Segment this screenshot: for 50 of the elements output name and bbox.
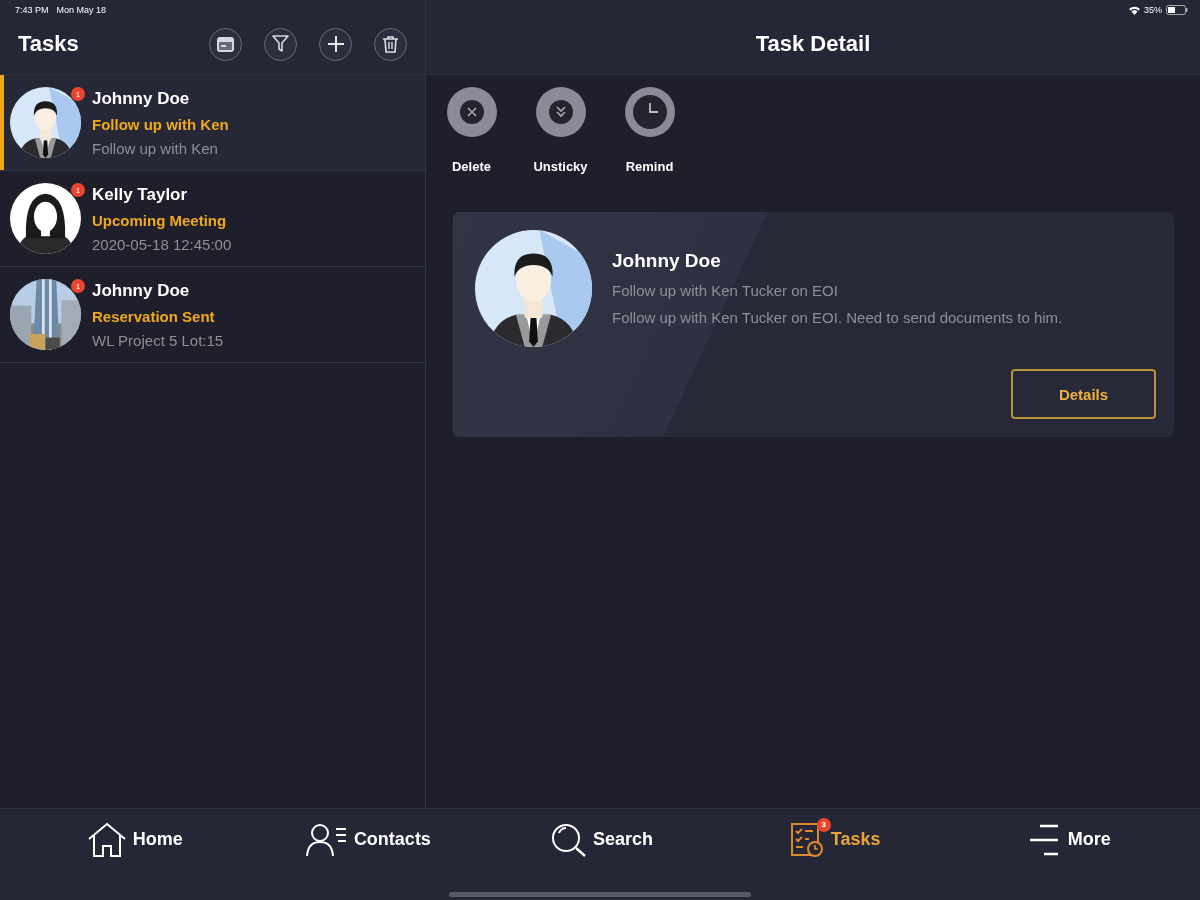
notification-badge: 1 (71, 87, 85, 101)
task-note: WL Project 5 Lot:15 (92, 331, 224, 349)
plus-icon (326, 35, 345, 53)
tab-bar-item[interactable]: Home (18, 809, 252, 871)
tab-bar-item[interactable]: Search (485, 809, 719, 871)
filter-icon (272, 35, 289, 53)
task-list-item[interactable]: 1 Johnny Doe Reservation Sent WL Project 5 Lot:15 (0, 267, 425, 363)
action-button[interactable]: Remind (610, 87, 689, 174)
contact-name: Kelly Taylor (92, 184, 189, 205)
notification-badge: 1 (71, 183, 85, 197)
trash-icon (383, 35, 398, 53)
status-date: Mon May 18 (56, 5, 107, 15)
task-subject: Follow up with Ken (92, 115, 229, 133)
calendar-button[interactable] (209, 27, 242, 61)
contact-name: Johnny Doe (92, 280, 191, 301)
action-button[interactable]: Unsticky (521, 87, 600, 174)
task-subject: Follow up with Ken Tucker on EOI (612, 282, 839, 299)
task-note: 2020-05-18 12:45:00 (92, 235, 232, 253)
list-title: Tasks (18, 31, 80, 57)
task-list-item[interactable]: 1 Kelly Taylor Upcoming Meeting 2020-05-18 12:45:00 (0, 171, 425, 267)
task-subject: Reservation Sent (92, 307, 216, 325)
filter-button[interactable] (264, 27, 297, 61)
search-icon (550, 822, 587, 857)
home-icon (86, 821, 127, 858)
action-button[interactable]: Delete (432, 87, 511, 174)
task-note: Follow up with Ken (92, 139, 219, 157)
calendar-icon (217, 36, 234, 52)
details-button[interactable]: Details (1011, 369, 1156, 419)
tab-bar-item[interactable]: 3 Tasks (718, 809, 953, 871)
battery-icon (1166, 5, 1188, 15)
notification-badge: 3 (816, 817, 831, 832)
task-list-icon (790, 821, 825, 858)
contacts-icon (305, 822, 348, 857)
tab-bar-item[interactable]: Contacts (251, 809, 486, 871)
double-chevron-icon (548, 100, 573, 124)
clock-icon (632, 95, 667, 129)
task-subject: Upcoming Meeting (92, 211, 228, 229)
wifi-icon (1129, 5, 1140, 15)
contact-name: Johnny Doe (612, 250, 722, 272)
close-icon (459, 100, 484, 124)
add-button[interactable] (319, 27, 352, 61)
task-list-item[interactable]: 1 Johnny Doe Follow up with Ken Follow up with Ken (0, 75, 425, 171)
notification-badge: 1 (71, 279, 85, 293)
status-time: 7:43 PM (15, 5, 49, 15)
contact-name: Johnny Doe (92, 88, 191, 109)
delete-button[interactable] (374, 27, 407, 61)
tab-bar-item[interactable]: More (952, 809, 1186, 871)
battery-percent: 35% (1144, 5, 1162, 15)
detail-title: Task Detail (754, 31, 872, 57)
task-description: Follow up with Ken Tucker on EOI. Need to send documents to him. (612, 309, 1064, 326)
